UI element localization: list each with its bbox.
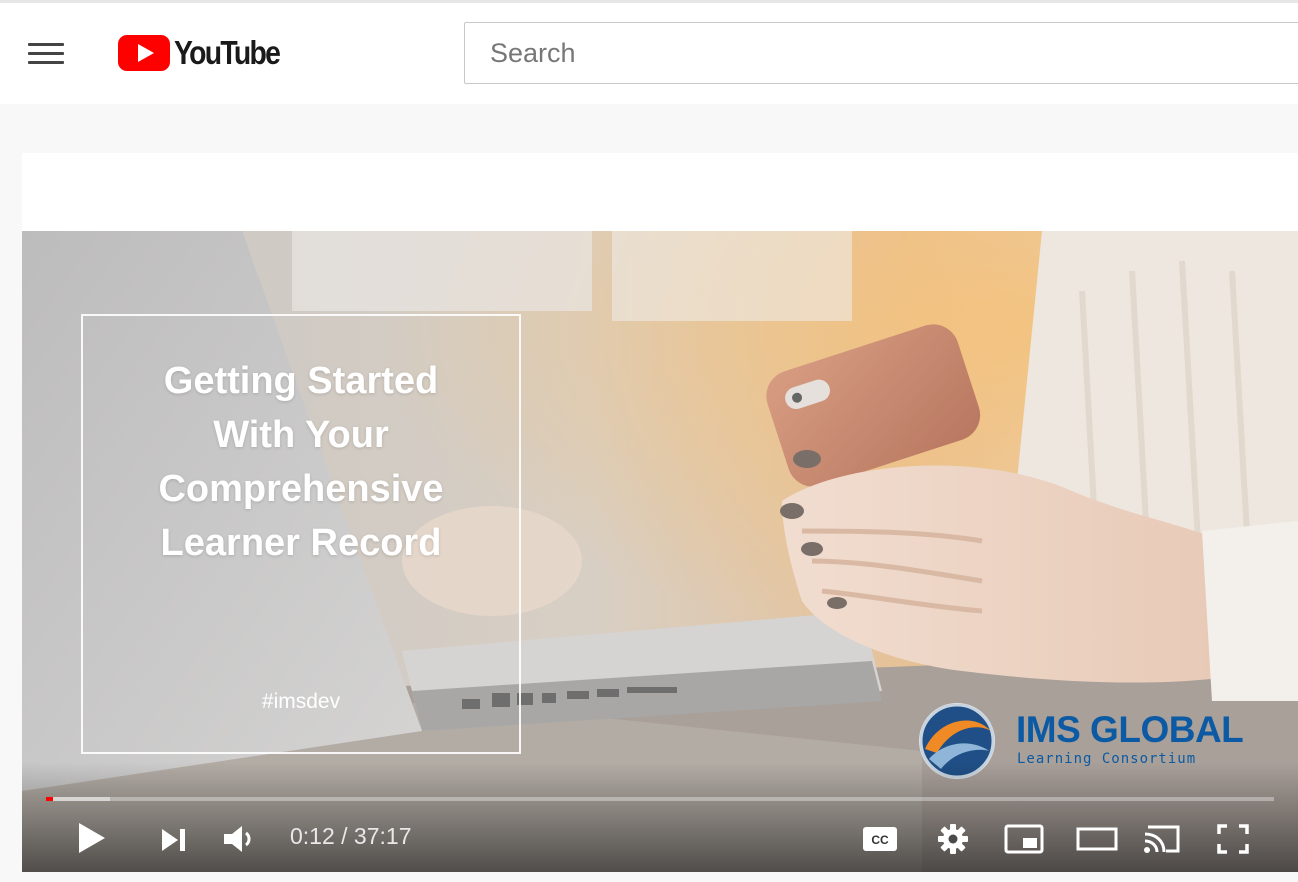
content-header-band [22, 153, 1298, 231]
controls-gradient [22, 762, 1298, 872]
miniplayer-icon[interactable] [1004, 823, 1044, 855]
cast-icon[interactable] [1142, 821, 1182, 855]
play-icon[interactable] [77, 821, 107, 855]
thumbnail-title: Getting Started With Your Comprehensive … [83, 354, 519, 570]
video-player[interactable]: Getting Started With Your Comprehensive … [22, 231, 1298, 872]
progress-buffered [46, 797, 110, 801]
thumbnail-title-box: Getting Started With Your Comprehensive … [81, 314, 521, 754]
progress-played [46, 797, 53, 801]
ims-logo-title: IMS GLOBAL [1016, 709, 1244, 750]
svg-text:CC: CC [871, 833, 889, 847]
thumbnail-title-line: Getting Started [163, 360, 439, 402]
logo-text: YouTube [174, 34, 281, 71]
next-icon[interactable] [160, 827, 188, 853]
settings-icon[interactable] [937, 823, 969, 855]
menu-icon[interactable] [26, 39, 66, 69]
thumbnail-title-line: With Your [213, 414, 389, 456]
youtube-play-logo-icon [118, 35, 170, 71]
masthead: YouTube [0, 0, 1298, 104]
thumbnail-title-line: Comprehensive [158, 468, 444, 510]
progress-bar[interactable] [46, 797, 1274, 801]
theater-icon[interactable] [1076, 825, 1118, 853]
time-display: 0:12 / 37:17 [290, 823, 412, 849]
thumbnail-hashtag: #imsdev [261, 690, 341, 713]
fullscreen-icon[interactable] [1216, 823, 1250, 855]
youtube-logo[interactable]: YouTube [118, 33, 296, 73]
search-input[interactable] [464, 22, 1298, 84]
volume-icon[interactable] [222, 823, 256, 855]
thumbnail-title-line: Learner Record [160, 522, 442, 564]
captions-icon[interactable]: CC [862, 825, 898, 853]
